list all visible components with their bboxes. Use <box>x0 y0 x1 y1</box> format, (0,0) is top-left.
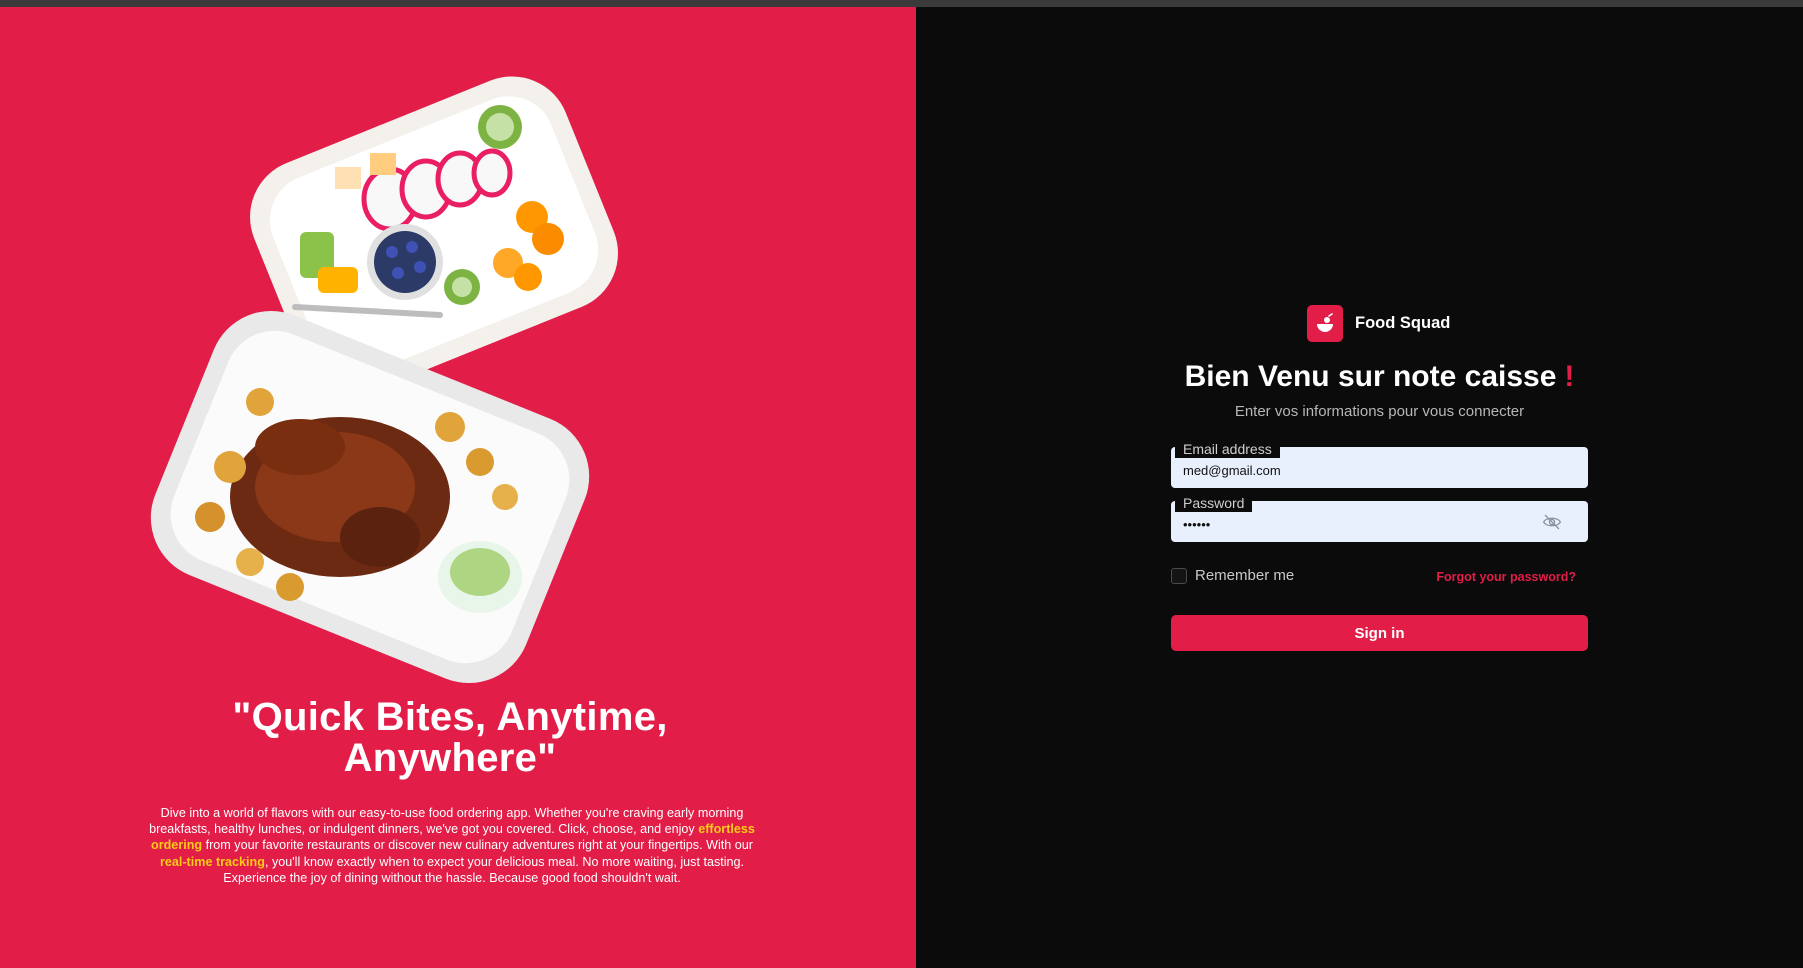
password-input[interactable] <box>1183 515 1523 533</box>
password-label: Password <box>1175 495 1253 512</box>
remember-me-label[interactable]: Remember me <box>1195 567 1294 584</box>
highlight-real-time-tracking: real-time tracking <box>159 854 265 869</box>
promo-panel: "Quick Bites, Anytime, Anywhere" Dive in… <box>0 7 916 968</box>
hero-text-part-2: from your favorite restaurants or discov… <box>202 838 753 853</box>
password-field[interactable]: Password <box>1171 495 1588 542</box>
welcome-heading: Bien Venu sur note caisse! <box>1171 359 1588 395</box>
email-field[interactable]: Email address <box>1171 441 1588 488</box>
hero-text-part-3: , you'll know exactly when to expect you… <box>223 854 745 885</box>
brand-name: Food Squad <box>1355 314 1451 332</box>
hero-text-part-1: Dive into a world of flavors with our ea… <box>149 806 744 837</box>
forgot-password-link[interactable]: Forgot your password? <box>1436 570 1576 584</box>
sign-in-button[interactable]: Sign in <box>1171 615 1588 651</box>
remember-me-checkbox[interactable] <box>1171 567 1187 584</box>
food-bowl-icon <box>1307 305 1343 342</box>
login-subtitle: Enter vos informations pour vous connect… <box>1234 403 1525 420</box>
eye-off-icon[interactable] <box>1542 512 1562 532</box>
remember-me[interactable]: Remember me <box>1171 567 1294 584</box>
hero-description: Dive into a world of flavors with our ea… <box>146 805 758 886</box>
brand: Food Squad <box>1307 305 1450 342</box>
welcome-exclamation: ! <box>1564 360 1575 393</box>
window-top-bar <box>0 0 1803 7</box>
food-plates-illustration <box>150 76 618 684</box>
email-label: Email address <box>1175 441 1280 458</box>
welcome-text: Bien Venu sur note caisse <box>1184 360 1557 393</box>
hero-title: "Quick Bites, Anytime, Anywhere" <box>232 695 668 780</box>
email-input[interactable] <box>1183 461 1523 479</box>
